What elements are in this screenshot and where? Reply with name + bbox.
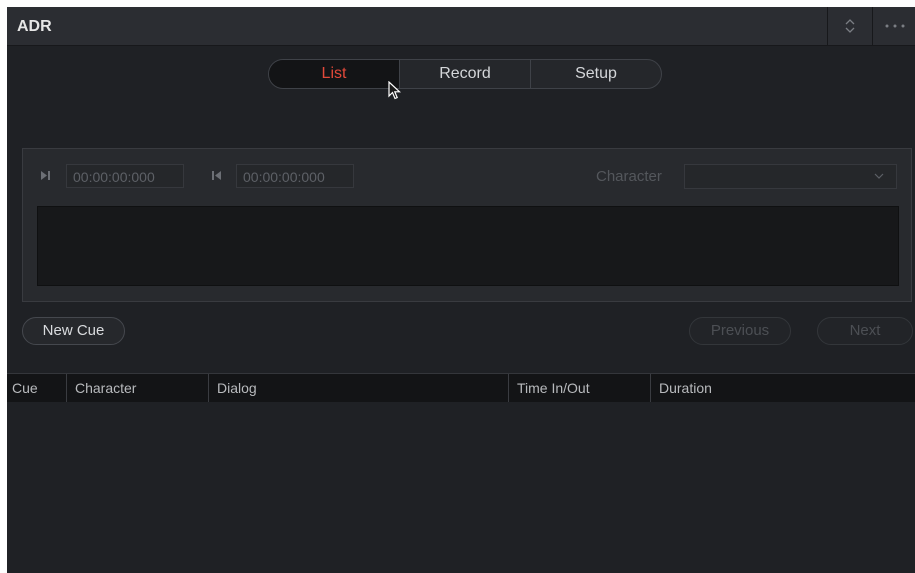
column-header-character[interactable]: Character xyxy=(66,374,208,402)
timecode-in-field[interactable]: 00:00:00:000 xyxy=(66,164,184,188)
expand-collapse-icon xyxy=(844,17,856,34)
tab-list[interactable]: List xyxy=(269,60,399,88)
cue-table-header: Cue Character Dialog Time In/Out Duratio… xyxy=(7,373,915,403)
adr-panel: ADR List Record Setup 00:00:00:000 00:00… xyxy=(7,7,915,573)
cue-table-body xyxy=(7,402,915,573)
column-header-cue[interactable]: Cue xyxy=(7,374,66,402)
character-select[interactable] xyxy=(684,164,897,189)
mark-in-icon[interactable] xyxy=(41,171,50,183)
mouse-pointer-icon xyxy=(388,80,402,106)
panel-title: ADR xyxy=(17,18,52,35)
previous-button[interactable]: Previous xyxy=(689,317,791,345)
more-options-icon xyxy=(884,17,906,34)
more-options-button[interactable] xyxy=(872,7,915,45)
tab-record[interactable]: Record xyxy=(399,60,530,88)
chevron-down-icon xyxy=(874,173,884,179)
next-button[interactable]: Next xyxy=(817,317,913,345)
character-label: Character xyxy=(596,168,662,185)
column-header-duration[interactable]: Duration xyxy=(650,374,915,402)
dialog-text-area[interactable] xyxy=(37,206,899,286)
new-cue-button[interactable]: New Cue xyxy=(22,317,125,345)
column-header-time-in-out[interactable]: Time In/Out xyxy=(508,374,650,402)
column-header-dialog[interactable]: Dialog xyxy=(208,374,508,402)
tab-setup[interactable]: Setup xyxy=(530,60,661,88)
mode-tabs: List Record Setup xyxy=(268,59,662,89)
mark-out-icon[interactable] xyxy=(212,171,221,183)
expand-collapse-button[interactable] xyxy=(827,7,872,45)
titlebar: ADR xyxy=(7,7,915,46)
timecode-out-field[interactable]: 00:00:00:000 xyxy=(236,164,354,188)
cue-editor: 00:00:00:000 00:00:00:000 Character xyxy=(22,148,912,302)
